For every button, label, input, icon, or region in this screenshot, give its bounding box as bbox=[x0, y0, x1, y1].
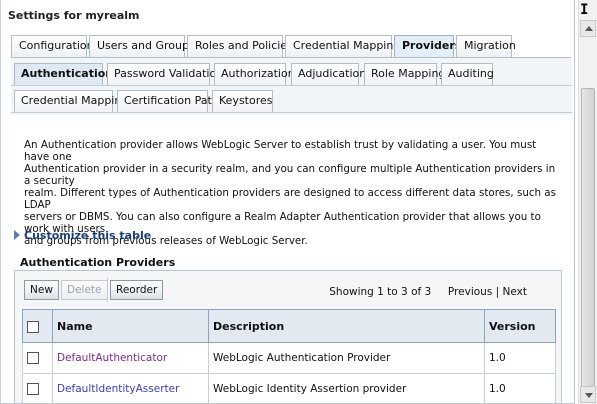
version-cell: 1.0 bbox=[484, 373, 556, 403]
name-cell: DefaultAuthenticator bbox=[52, 342, 209, 374]
tab-label: Providers bbox=[402, 39, 462, 52]
subtab-credential-mapping[interactable]: Credential Mapping bbox=[14, 90, 128, 112]
tab-label: Migration bbox=[464, 39, 516, 52]
table-header-row: Name Description Version bbox=[22, 309, 556, 343]
pager: Showing 1 to 3 of 3 Previous | Next bbox=[329, 286, 527, 298]
description-line: realm. Different types of Authentication… bbox=[24, 187, 556, 211]
pager-separator: | bbox=[495, 286, 500, 298]
provider-link[interactable]: DefaultIdentityAsserter bbox=[57, 383, 179, 395]
panel-title: Settings for myrealm bbox=[8, 9, 140, 22]
column-header-name[interactable]: Name bbox=[52, 309, 209, 343]
text-cursor-icon: I bbox=[580, 2, 589, 18]
description-cell: WebLogic Authentication Provider bbox=[208, 342, 485, 374]
subtab-keystores[interactable]: Keystores bbox=[212, 90, 273, 112]
tab-migration[interactable]: Migration bbox=[456, 35, 516, 57]
name-cell: DefaultIdentityAsserter bbox=[52, 373, 209, 403]
tab-providers[interactable]: Providers bbox=[394, 35, 461, 57]
scroll-thumb[interactable] bbox=[581, 88, 595, 391]
tab-label: Configuration bbox=[19, 39, 94, 52]
subtab-row2-line bbox=[11, 112, 572, 113]
subtab-certification-path[interactable]: Certification Path bbox=[117, 90, 219, 112]
providers-table: Name Description Version DefaultAuthenti… bbox=[22, 309, 556, 403]
tab-credential-mappings[interactable]: Credential Mappings bbox=[285, 35, 406, 57]
down-arrow-icon bbox=[585, 393, 593, 398]
subtab-label: Password Validation bbox=[114, 67, 224, 80]
previous-link[interactable]: Previous bbox=[448, 286, 492, 298]
column-header-version[interactable]: Version bbox=[484, 309, 556, 343]
description-cell: WebLogic Identity Assertion provider bbox=[208, 373, 485, 403]
subtab-authorization[interactable]: Authorization bbox=[214, 63, 295, 85]
subtab-label: Authorization bbox=[221, 67, 295, 80]
subtab-label: Adjudication bbox=[298, 67, 367, 80]
subtab-label: Role Mapping bbox=[371, 67, 446, 80]
tab-label: Roles and Policies bbox=[195, 39, 293, 52]
subtab-label: Credential Mapping bbox=[21, 94, 129, 107]
row-checkbox[interactable] bbox=[27, 383, 39, 395]
row-select-cell bbox=[22, 342, 53, 374]
tab-roles-and-policies[interactable]: Roles and Policies bbox=[187, 35, 293, 57]
next-link[interactable]: Next bbox=[503, 286, 527, 298]
scroll-down-button[interactable] bbox=[580, 386, 596, 403]
expand-triangle-icon bbox=[14, 230, 20, 240]
subtab-label: Keystores bbox=[219, 94, 273, 107]
row-select-cell bbox=[22, 373, 53, 403]
subtab-password-validation[interactable]: Password Validation bbox=[107, 63, 223, 85]
select-all-cell bbox=[22, 309, 53, 343]
delete-button[interactable]: Delete bbox=[61, 280, 108, 300]
subtab-label: Certification Path bbox=[124, 94, 219, 107]
provider-link[interactable]: DefaultAuthenticator bbox=[57, 352, 167, 364]
subtab-label: Authentication bbox=[21, 67, 114, 80]
version-cell: 1.0 bbox=[484, 342, 556, 374]
settings-panel: Settings for myrealm Configuration Users… bbox=[0, 0, 575, 404]
subtab-adjudication[interactable]: Adjudication bbox=[291, 63, 366, 85]
reorder-button[interactable]: Reorder bbox=[110, 280, 164, 300]
new-button[interactable]: New bbox=[24, 280, 59, 300]
select-all-checkbox[interactable] bbox=[27, 320, 39, 333]
customize-label: Customize this table bbox=[24, 229, 152, 242]
section-title: Authentication Providers bbox=[20, 256, 176, 269]
up-arrow-icon bbox=[585, 26, 593, 31]
subtab-label: Auditing bbox=[448, 67, 494, 80]
subtab-auditing[interactable]: Auditing bbox=[441, 63, 494, 85]
subtab-role-mapping[interactable]: Role Mapping bbox=[364, 63, 445, 85]
row-checkbox[interactable] bbox=[27, 352, 39, 364]
button-separator bbox=[107, 278, 108, 302]
description-line: Authentication provider in a security re… bbox=[24, 163, 556, 187]
vertical-scrollbar[interactable] bbox=[578, 0, 597, 404]
scroll-up-button[interactable] bbox=[580, 20, 596, 37]
customize-table-link[interactable]: Customize this table bbox=[14, 229, 151, 242]
table-row: DefaultIdentityAsserter WebLogic Identit… bbox=[22, 373, 556, 403]
tab-label: Users and Groups bbox=[97, 39, 195, 52]
pager-status: Showing 1 to 3 of 3 bbox=[329, 286, 432, 298]
description-line: An Authentication provider allows WebLog… bbox=[24, 139, 537, 163]
tab-configuration[interactable]: Configuration bbox=[11, 35, 94, 57]
column-header-description[interactable]: Description bbox=[208, 309, 485, 343]
subtab-row1-line bbox=[11, 85, 572, 86]
subtab-authentication[interactable]: Authentication bbox=[14, 63, 113, 85]
table-row: DefaultAuthenticator WebLogic Authentica… bbox=[22, 342, 556, 374]
tab-users-and-groups[interactable]: Users and Groups bbox=[89, 35, 195, 57]
tab-label: Credential Mappings bbox=[293, 39, 407, 52]
